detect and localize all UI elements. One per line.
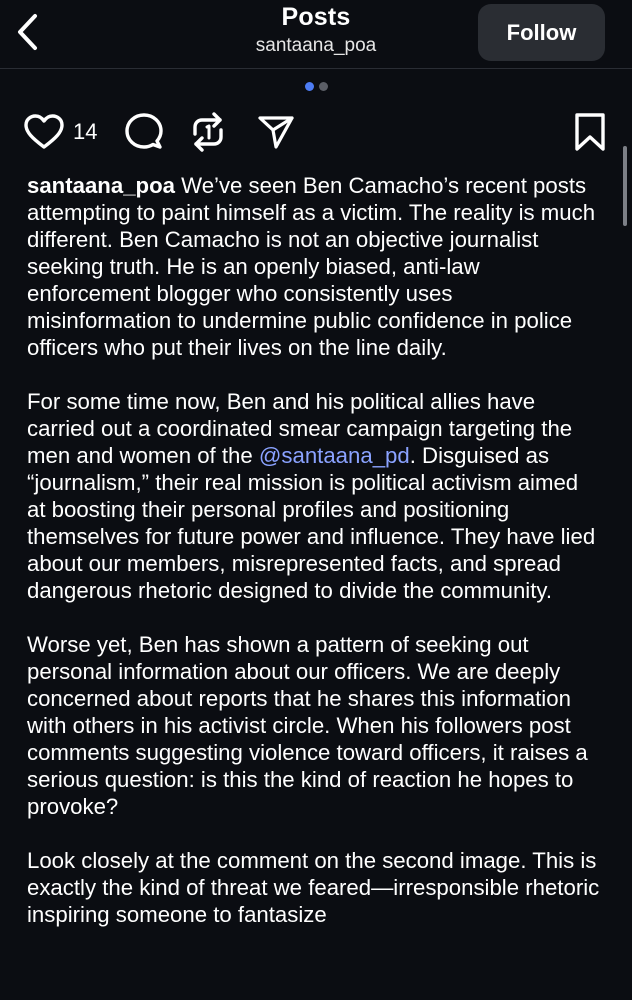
- comment-icon: [125, 113, 163, 149]
- caption-text: Look closely at the comment on the secon…: [27, 848, 600, 927]
- mention-link[interactable]: @santaana_pd: [259, 443, 410, 468]
- carousel-dot-2: [318, 82, 328, 91]
- post-action-bar: 14: [0, 110, 632, 154]
- send-icon: [258, 116, 294, 149]
- carousel-dot-1: [304, 82, 314, 91]
- caption-username[interactable]: santaana_poa: [27, 173, 175, 198]
- caption-paragraph: For some time now, Ben and his political…: [27, 388, 602, 604]
- post-caption: santaana_poa We’ve seen Ben Camacho’s re…: [27, 172, 602, 955]
- repost-icon: [193, 112, 223, 152]
- caption-paragraph: santaana_poa We’ve seen Ben Camacho’s re…: [27, 172, 602, 361]
- caption-text: Worse yet, Ben has shown a pattern of se…: [27, 632, 588, 819]
- save-button[interactable]: [568, 110, 612, 154]
- caption-paragraph: Look closely at the comment on the secon…: [27, 847, 602, 928]
- repost-button[interactable]: [186, 110, 230, 154]
- follow-button[interactable]: Follow: [478, 4, 605, 61]
- heart-icon: [24, 114, 64, 149]
- comment-button[interactable]: [122, 110, 166, 154]
- carousel-indicator: [0, 82, 632, 91]
- like-count: 14: [73, 119, 98, 144]
- bookmark-icon: [575, 113, 605, 151]
- scrollbar[interactable]: [623, 146, 627, 226]
- like-button[interactable]: [22, 110, 66, 154]
- top-bar: Posts santaana_poa Follow: [0, 0, 632, 69]
- chevron-left-icon: [18, 14, 37, 50]
- share-button[interactable]: [254, 110, 298, 154]
- back-button[interactable]: [8, 8, 48, 56]
- caption-text: We’ve seen Ben Camacho’s recent posts at…: [27, 173, 596, 360]
- caption-paragraph: Worse yet, Ben has shown a pattern of se…: [27, 631, 602, 820]
